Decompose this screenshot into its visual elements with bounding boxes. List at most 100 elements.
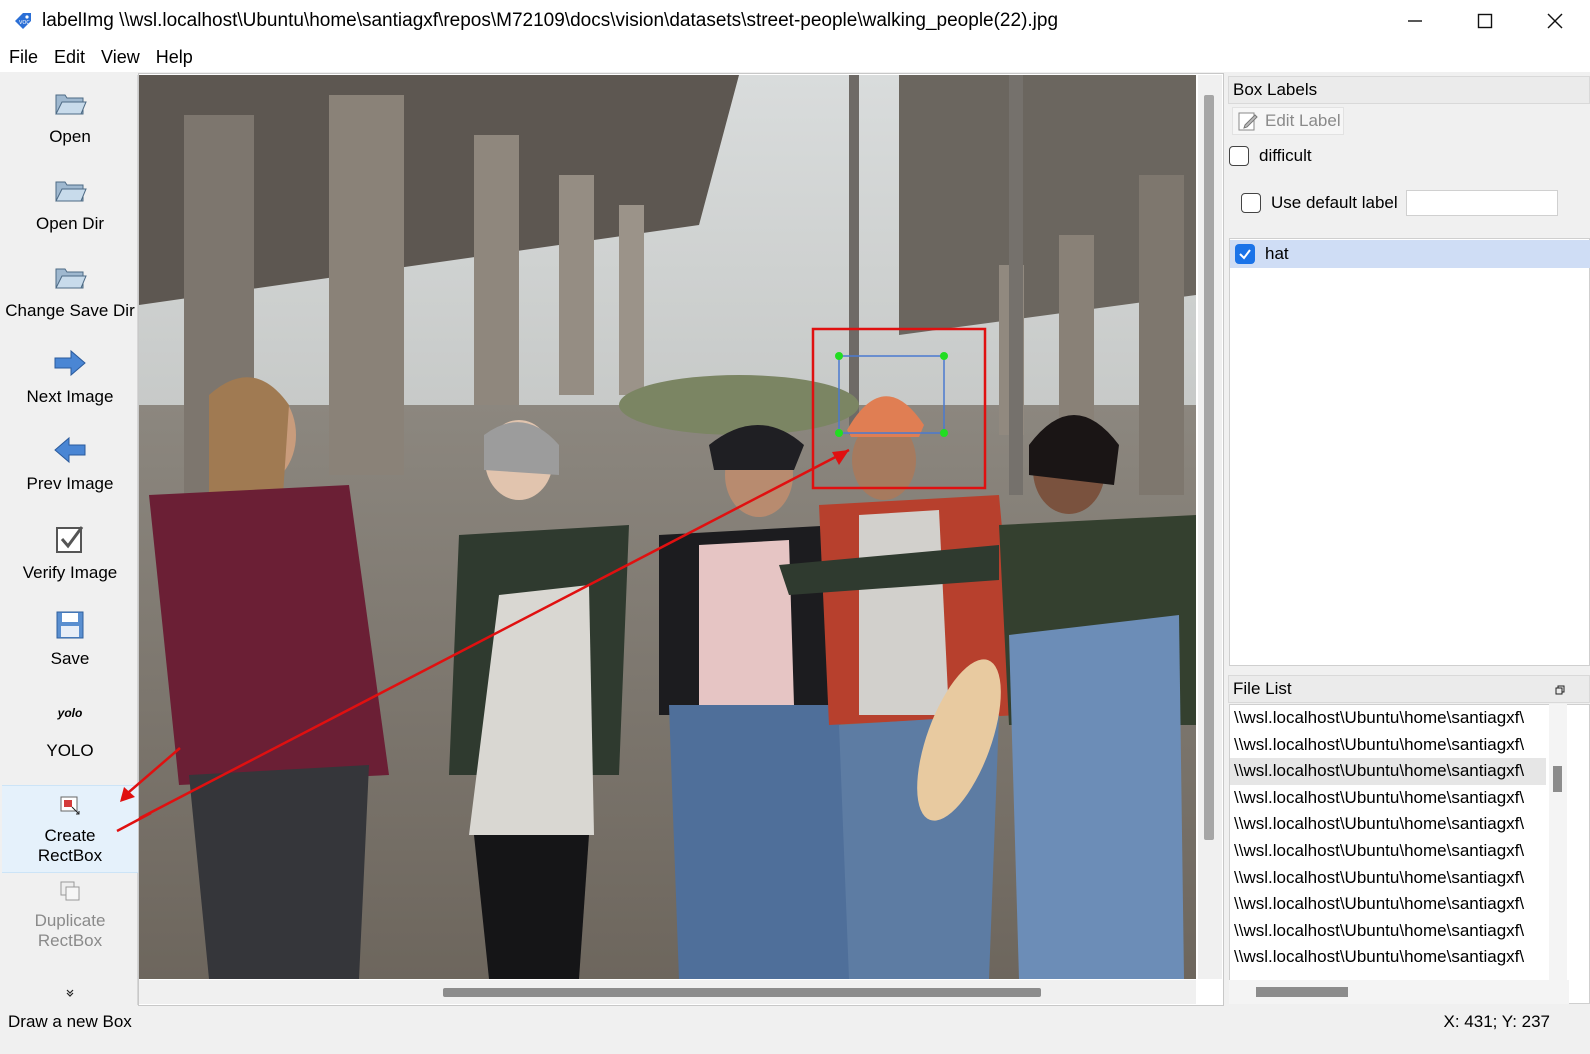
open-button[interactable]: Open [2,85,138,147]
edit-label-text: Edit Label [1265,111,1341,130]
cursor-coordinates: X: 431; Y: 237 [1443,1012,1551,1031]
next-image-label: Next Image [26,387,114,406]
open-label: Open [49,127,91,146]
save-button[interactable]: Save [2,607,138,669]
create-rectbox-label-line2: RectBox [37,846,103,865]
yolo-label: YOLO [46,741,94,760]
menu-view[interactable]: View [93,47,148,68]
default-label-input[interactable] [1406,190,1558,216]
label-list: hat [1229,238,1590,666]
file-list-vertical-scrollbar[interactable] [1549,704,1567,980]
bbox-handle[interactable] [940,429,948,437]
folder-open-icon [55,268,87,289]
checkbox-verify-icon [56,526,84,553]
verify-image-label: Verify Image [22,563,118,582]
arrow-left-icon [54,436,86,464]
label-name: hat [1265,244,1289,263]
close-button[interactable] [1520,0,1590,42]
yolo-icon: yolo [57,706,83,720]
label-list-item[interactable]: hat [1230,240,1590,268]
create-rectbox-label-line1: Create [44,826,96,845]
canvas-vertical-scrollbar[interactable] [1198,75,1222,979]
file-list-item[interactable]: \\wsl.localhost\Ubuntu\home\santiagxf\ [1230,838,1546,865]
annotation-overlay [139,327,987,820]
left-toolbar: Open Open Dir Change Save Dir Next Image… [2,75,138,1005]
edit-label-icon [1238,112,1258,131]
file-list-horizontal-scroll-thumb[interactable] [1256,987,1348,997]
file-list-item[interactable]: \\wsl.localhost\Ubuntu\home\santiagxf\ [1230,891,1546,918]
duplicate-rectbox-label-line1: Duplicate [34,911,106,930]
difficult-label: difficult [1259,146,1312,165]
floppy-disk-icon [56,611,84,639]
file-list-item[interactable]: \\wsl.localhost\Ubuntu\home\santiagxf\ [1230,918,1546,945]
folder-open-icon [55,181,87,202]
use-default-label-checkbox[interactable] [1241,193,1261,213]
pointer-arrow-line [139,448,850,820]
create-rectbox-icon [60,796,80,815]
prev-image-label: Prev Image [26,474,114,493]
bbox-handle[interactable] [835,352,843,360]
box-labels-title: Box Labels [1228,76,1590,104]
duplicate-rectbox-button[interactable]: Duplicate RectBox [2,879,138,951]
change-save-dir-label: Change Save Dir [5,301,135,320]
file-list-vertical-scroll-thumb[interactable] [1553,766,1562,792]
labelimg-app-icon: VOC [15,13,31,29]
open-dir-button[interactable]: Open Dir [2,172,138,234]
bounding-box-hat[interactable] [838,355,945,434]
close-icon [1547,13,1563,29]
difficult-checkbox[interactable] [1229,146,1249,166]
folder-open-icon [55,94,87,115]
toolbar-more-button[interactable] [2,988,138,998]
menu-file[interactable]: File [0,47,46,68]
minimize-button[interactable] [1380,0,1450,42]
file-list-item[interactable]: \\wsl.localhost\Ubuntu\home\santiagxf\ [1230,785,1546,812]
canvas-horizontal-scrollbar[interactable] [139,980,1196,1004]
edit-label-button[interactable]: Edit Label [1232,107,1344,135]
arrow-right-icon [54,349,86,377]
canvas-pointer-arrow-tail [116,811,152,833]
bbox-handle[interactable] [835,429,843,437]
title-bar: VOC labelImg \\wsl.localhost\Ubuntu\home… [0,0,1590,42]
svg-text:VOC: VOC [19,20,30,26]
open-dir-label: Open Dir [35,214,105,233]
menu-bar: File Edit View Help [0,42,1590,72]
window-title: labelImg \\wsl.localhost\Ubuntu\home\san… [42,10,1059,31]
menu-edit[interactable]: Edit [46,47,93,68]
image-canvas[interactable] [139,75,1196,979]
difficult-checkbox-row[interactable]: difficult [1229,146,1312,166]
status-bar: Draw a new Box X: 431; Y: 237 [0,1008,1590,1036]
next-image-button[interactable]: Next Image [2,345,138,407]
canvas-horizontal-scroll-thumb[interactable] [443,988,1041,997]
file-list-item[interactable]: \\wsl.localhost\Ubuntu\home\santiagxf\ [1230,705,1546,732]
use-default-label-row[interactable]: Use default label [1241,193,1398,213]
duplicate-icon [60,881,80,901]
bbox-handle[interactable] [940,352,948,360]
file-list-dock: File List [1228,675,1590,703]
file-list-item[interactable]: \\wsl.localhost\Ubuntu\home\santiagxf\ [1230,811,1546,838]
verify-image-button[interactable]: Verify Image [2,521,138,583]
canvas-vertical-scroll-thumb[interactable] [1204,95,1214,840]
file-list-item-selected[interactable]: \\wsl.localhost\Ubuntu\home\santiagxf\ [1230,758,1546,785]
file-list-title: File List [1233,679,1292,698]
file-list-horizontal-scrollbar[interactable] [1229,980,1569,1004]
menu-help[interactable]: Help [148,47,201,68]
label-visible-checkbox[interactable] [1235,244,1255,264]
status-message: Draw a new Box [8,1012,132,1031]
file-list: \\wsl.localhost\Ubuntu\home\santiagxf\ \… [1229,704,1590,1004]
file-list-title-bar: File List [1228,675,1590,703]
save-label: Save [50,649,90,668]
duplicate-rectbox-label-line2: RectBox [37,931,103,950]
file-list-item[interactable]: \\wsl.localhost\Ubuntu\home\santiagxf\ [1230,865,1546,892]
minimize-icon [1408,20,1422,22]
box-labels-dock: Box Labels [1228,76,1590,104]
maximize-icon [1477,13,1493,29]
file-list-item[interactable]: \\wsl.localhost\Ubuntu\home\santiagxf\ [1230,732,1546,759]
change-save-dir-button[interactable]: Change Save Dir [2,259,138,321]
prev-image-button[interactable]: Prev Image [2,432,138,494]
checkmark-icon [1239,249,1251,260]
use-default-label-text: Use default label [1271,193,1398,212]
undock-icon[interactable] [1555,685,1565,695]
file-list-item[interactable]: \\wsl.localhost\Ubuntu\home\santiagxf\ [1230,944,1546,971]
maximize-button[interactable] [1450,0,1520,42]
chevron-double-down-icon [66,989,74,997]
